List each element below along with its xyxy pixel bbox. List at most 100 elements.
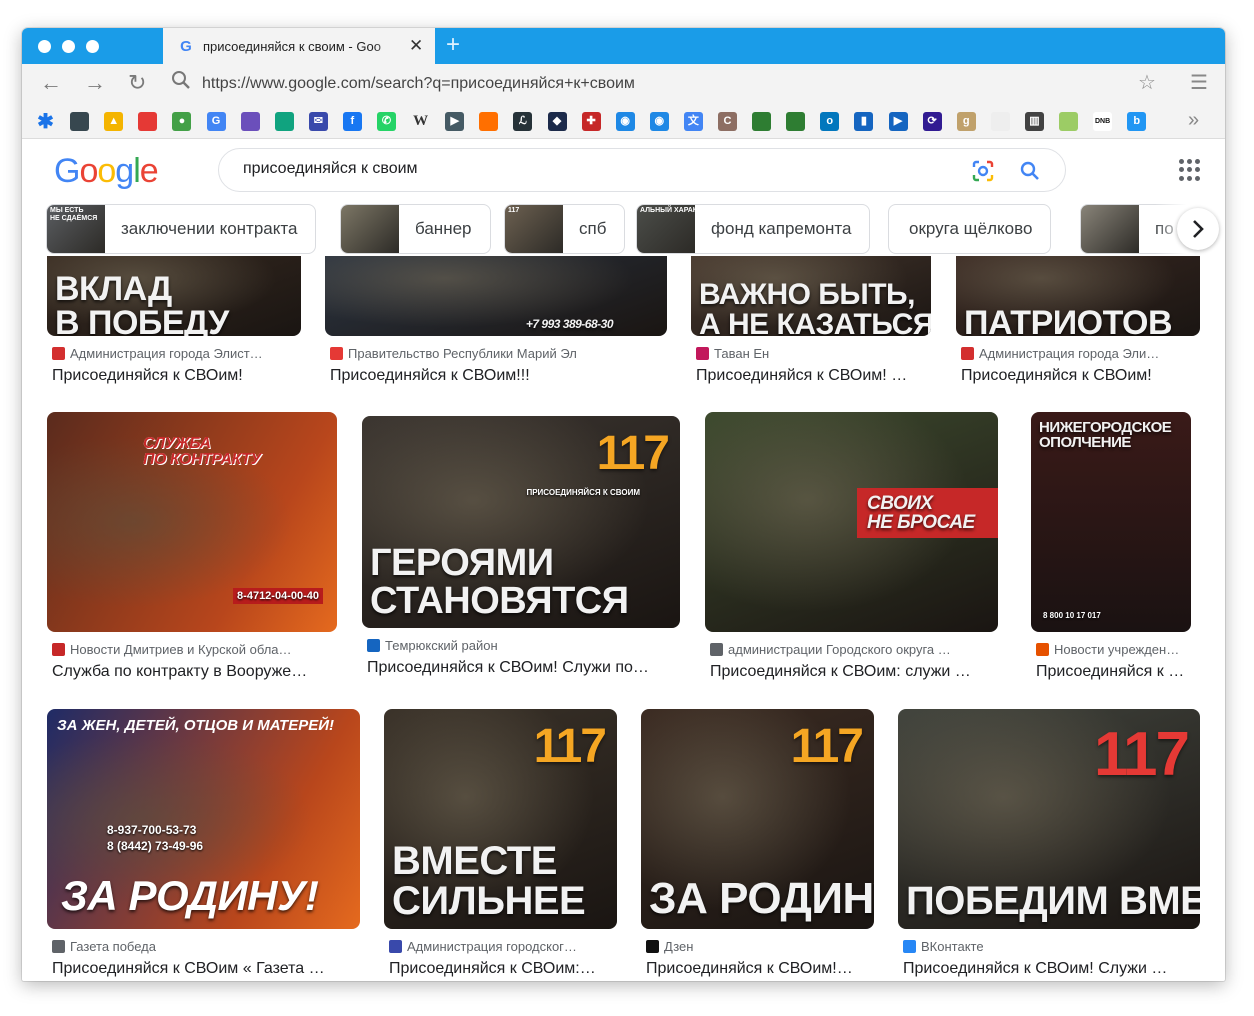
- arrow-bookmark-icon[interactable]: ▶: [445, 112, 465, 131]
- close-tab-icon[interactable]: ✕: [409, 36, 423, 56]
- b-bookmark-icon[interactable]: b: [1127, 112, 1147, 131]
- forward-arrow-icon[interactable]: →: [84, 70, 106, 96]
- image-result-card[interactable]: СВОИХ НЕ БРОСАЕ администрации Городского …: [705, 412, 998, 692]
- c-bookmark-icon[interactable]: C: [718, 112, 737, 131]
- cube-bookmark-icon[interactable]: ◆: [547, 112, 567, 131]
- chips-next-chevron-icon[interactable]: [1177, 208, 1219, 250]
- bookmark-star-icon[interactable]: ☆: [1138, 70, 1156, 95]
- result-thumbnail[interactable]: СВОИХ НЕ БРОСАЕ: [705, 412, 998, 632]
- result-title[interactable]: Присоединяйся к СВОим! …: [696, 367, 932, 385]
- result-title[interactable]: Присоединяйся к СВОим:…: [389, 960, 618, 978]
- reload-icon[interactable]: ↻: [128, 70, 146, 96]
- wikipedia-bookmark-icon[interactable]: W: [411, 112, 430, 131]
- result-source[interactable]: Правительство Республики Марий Эл: [330, 346, 664, 361]
- image-result-card[interactable]: ПАТРИОТОВ Администрация города Эли… Присое…: [956, 256, 1200, 396]
- related-search-chip[interactable]: МЫ ЕСТЬ НЕ СДАЁМСЯ заключении контракта: [46, 204, 317, 254]
- globe2-bookmark-icon[interactable]: ◉: [649, 112, 669, 131]
- result-title[interactable]: Присоединяйся к СВОим!: [961, 367, 1201, 385]
- image-result-card[interactable]: 8 800 10 17 017 НИЖЕГОРОДСКОЕ ОПОЛЧЕНИЕ Но…: [1031, 412, 1191, 692]
- blank-bookmark-icon[interactable]: [990, 112, 1010, 131]
- chart-bookmark-icon[interactable]: ▮: [854, 112, 874, 131]
- result-source[interactable]: ВКонтакте: [903, 939, 1197, 954]
- result-source[interactable]: Таван Ен: [696, 346, 928, 361]
- g-bookmark-icon[interactable]: g: [956, 112, 976, 131]
- photo-bookmark-icon[interactable]: [70, 112, 90, 131]
- result-title[interactable]: Присоединяйся к СВОим: служи …: [710, 663, 999, 681]
- minimize-window-button[interactable]: [62, 40, 75, 53]
- drive-bookmark-icon[interactable]: ▲: [104, 112, 124, 131]
- related-search-chip[interactable]: 117 спб: [504, 204, 626, 254]
- openai-bookmark-icon[interactable]: [274, 112, 294, 131]
- result-source[interactable]: Газета победа: [52, 939, 357, 954]
- image-result-card[interactable]: ВАЖНО БЫТЬ, А НЕ КАЗАТЬСЯ Таван Ен Присоед…: [691, 256, 931, 396]
- dnb-bookmark-icon[interactable]: DNB: [1093, 112, 1113, 131]
- zoom-window-button[interactable]: [86, 40, 99, 53]
- translate-bookmark-icon[interactable]: 文: [683, 112, 703, 131]
- facebook-bookmark-icon[interactable]: f: [342, 112, 362, 131]
- result-thumbnail[interactable]: 8 800 10 17 017 НИЖЕГОРОДСКОЕ ОПОЛЧЕНИЕ: [1031, 412, 1191, 632]
- image-result-card[interactable]: 117 ПОБЕДИМ ВМЕСТЕ ВКонтакте Присоединяйся …: [898, 709, 1200, 981]
- result-source[interactable]: Администрация города Эли…: [961, 346, 1197, 361]
- image-result-card[interactable]: 117 ЗА РОДИНУ Дзен Присоединяйся к СВОим!…: [641, 709, 874, 981]
- result-title[interactable]: Присоединяйся к СВОим! Служи по…: [367, 659, 681, 677]
- play-bookmark-icon[interactable]: ▶: [888, 112, 908, 131]
- related-search-chip[interactable]: АЛЬНЫЙ ХАРАКТЕ фонд капремонта: [636, 204, 871, 254]
- result-title[interactable]: Присоединяйся к СВОим! Служи …: [903, 960, 1201, 978]
- result-title[interactable]: Присоединяйся к СВОим!!!: [330, 367, 668, 385]
- result-title[interactable]: Служба по контракту в Вооруже…: [52, 663, 338, 681]
- slack-bookmark-icon[interactable]: [240, 112, 260, 131]
- result-thumbnail[interactable]: ЗА ЖЕН, ДЕТЕЙ, ОТЦОВ И МАТЕРЕЙ! 8-937-700…: [47, 709, 360, 929]
- result-thumbnail[interactable]: +7 993 389-68-30: [325, 256, 667, 336]
- result-title[interactable]: Присоединяйся к СВОим!: [52, 367, 302, 385]
- search-submit-icon[interactable]: [1019, 160, 1041, 187]
- related-search-chip[interactable]: баннер: [340, 204, 491, 254]
- result-thumbnail[interactable]: 8-4712-04-00-40 СЛУЖБА ПО КОНТРАКТУ: [47, 412, 337, 632]
- result-title[interactable]: Присоединяйся к СВОим!…: [646, 960, 875, 978]
- mail-bookmark-icon[interactable]: ✉: [308, 112, 328, 131]
- back-arrow-icon[interactable]: ←: [40, 70, 62, 96]
- code-bookmark-icon[interactable]: ℒ: [513, 112, 533, 131]
- image-result-card[interactable]: 8-4712-04-00-40 СЛУЖБА ПО КОНТРАКТУ Новост…: [47, 412, 337, 692]
- globe-bookmark-icon[interactable]: ◉: [615, 112, 635, 131]
- loop-bookmark-icon[interactable]: ⟳: [922, 112, 942, 131]
- image-result-card[interactable]: ЗА ЖЕН, ДЕТЕЙ, ОТЦОВ И МАТЕРЕЙ! 8-937-700…: [47, 709, 360, 981]
- result-source[interactable]: Дзен: [646, 939, 871, 954]
- rainbow-bookmark-icon[interactable]: [138, 112, 158, 131]
- new-tab-button[interactable]: +: [446, 31, 460, 59]
- result-thumbnail[interactable]: 117 ПОБЕДИМ ВМЕСТЕ: [898, 709, 1200, 929]
- result-source[interactable]: Администрация города Элист…: [52, 346, 298, 361]
- result-thumbnail[interactable]: ВАЖНО БЫТЬ, А НЕ КАЗАТЬСЯ: [691, 256, 931, 336]
- result-title[interactable]: Присоединяйся к СВОим « Газета …: [52, 960, 361, 978]
- result-title[interactable]: Присоединяйся к …: [1036, 663, 1192, 681]
- result-source[interactable]: Администрация городског…: [389, 939, 614, 954]
- result-thumbnail[interactable]: ПАТРИОТОВ: [956, 256, 1200, 336]
- green-dot-bookmark-icon[interactable]: ●: [172, 112, 192, 131]
- google-lens-icon[interactable]: [971, 159, 995, 188]
- more-bookmarks-chevron-icon[interactable]: »: [1188, 109, 1199, 132]
- address-bar[interactable]: https://www.google.com/search?q=присоеди…: [202, 75, 635, 93]
- google-logo[interactable]: Google: [54, 152, 159, 191]
- result-source[interactable]: Темрюкский район: [367, 638, 677, 653]
- search-input[interactable]: [243, 160, 943, 178]
- result-thumbnail[interactable]: 117 ЗА РОДИНУ: [641, 709, 874, 929]
- bookmark-green-icon[interactable]: [752, 112, 772, 131]
- leaf-bookmark-icon[interactable]: [1059, 112, 1078, 131]
- image-result-card[interactable]: ВКЛАД В ПОБЕДУ Администрация города Элист…: [47, 256, 301, 396]
- whatsapp-bookmark-icon[interactable]: ✆: [377, 112, 396, 131]
- result-source[interactable]: Новости Дмитриев и Курской обла…: [52, 642, 334, 657]
- asterisk-bookmark-icon[interactable]: ✱: [36, 112, 55, 132]
- image-result-card[interactable]: +7 993 389-68-30 Правительство Республики…: [325, 256, 667, 396]
- image-result-card[interactable]: 117 ПРИСОЕДИНЯЙСЯ К СВОИМ ГЕРОЯМИ СТАНОВЯТ…: [362, 416, 680, 688]
- image-result-card[interactable]: 117 ВМЕСТЕ СИЛЬНЕЕ Администрация городског…: [384, 709, 617, 981]
- bookmark-green2-icon[interactable]: [786, 112, 806, 131]
- building-bookmark-icon[interactable]: ▥: [1024, 112, 1044, 131]
- menu-icon[interactable]: ☰: [1190, 70, 1208, 95]
- google-bookmark-icon[interactable]: G: [206, 112, 226, 131]
- result-source[interactable]: Новости учрежден…: [1036, 642, 1188, 657]
- result-thumbnail[interactable]: 117 ВМЕСТЕ СИЛЬНЕЕ: [384, 709, 617, 929]
- result-source[interactable]: администрации Городского округа …: [710, 642, 995, 657]
- tab-google-search[interactable]: G присоединяйся к своим - Goo ✕: [163, 28, 435, 64]
- related-search-chip[interactable]: округа щёлково: [888, 204, 1052, 254]
- google-apps-icon[interactable]: [1179, 159, 1201, 181]
- colorful-bookmark-icon[interactable]: [479, 112, 499, 131]
